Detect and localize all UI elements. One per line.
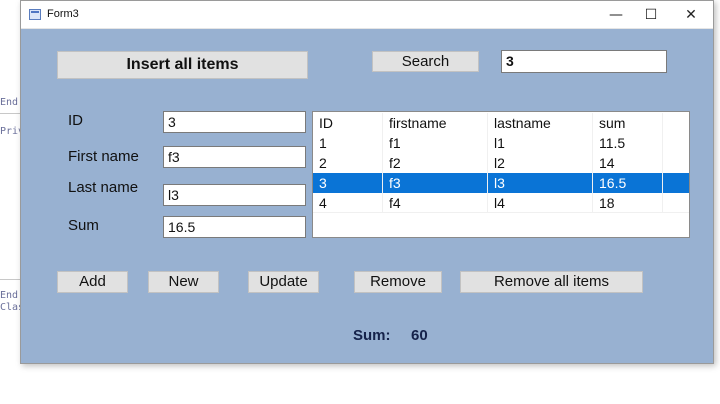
- minimize-button[interactable]: —: [596, 1, 636, 29]
- bg-divider: [0, 113, 20, 114]
- lastname-label: Last name: [68, 179, 139, 196]
- sum-field[interactable]: 16.5: [163, 216, 306, 238]
- app-form-icon: [29, 9, 41, 20]
- grid-empty-area: [313, 212, 689, 237]
- table-row[interactable]: 2 f2 l2 14: [313, 153, 689, 173]
- cell-firstname: f4: [383, 193, 488, 213]
- cell-lastname: l3: [488, 173, 593, 193]
- update-button[interactable]: Update: [248, 271, 319, 293]
- cell-id: 1: [313, 133, 383, 153]
- cell-lastname: l4: [488, 193, 593, 213]
- table-row[interactable]: 4 f4 l4 18: [313, 193, 689, 213]
- column-header-firstname[interactable]: firstname: [383, 113, 488, 133]
- items-grid[interactable]: ID firstname lastname sum 1 f1 l1 11.5 2…: [312, 111, 690, 238]
- cell-firstname: f2: [383, 153, 488, 173]
- remove-button[interactable]: Remove: [354, 271, 442, 293]
- cell-id: 3: [313, 173, 383, 193]
- cell-sum: 11.5: [593, 133, 663, 153]
- cell-id: 2: [313, 153, 383, 173]
- id-field[interactable]: 3: [163, 111, 306, 133]
- total-sum-label: Sum:: [353, 327, 391, 344]
- table-row[interactable]: 1 f1 l1 11.5: [313, 133, 689, 153]
- firstname-label: First name: [68, 148, 139, 165]
- total-sum-value: 60: [411, 327, 428, 344]
- column-header-lastname[interactable]: lastname: [488, 113, 593, 133]
- cell-firstname: f1: [383, 133, 488, 153]
- bg-divider: [0, 279, 20, 280]
- maximize-button[interactable]: ☐: [631, 1, 671, 29]
- form-window: Form3 — ☐ ✕ Insert all items Search 3 ID…: [20, 0, 714, 364]
- cell-lastname: l1: [488, 133, 593, 153]
- cell-lastname: l2: [488, 153, 593, 173]
- close-button[interactable]: ✕: [671, 1, 711, 29]
- cell-sum: 14: [593, 153, 663, 173]
- window-title: Form3: [47, 8, 79, 20]
- firstname-field[interactable]: f3: [163, 146, 306, 168]
- remove-all-items-button[interactable]: Remove all items: [460, 271, 643, 293]
- add-button[interactable]: Add: [57, 271, 128, 293]
- id-label: ID: [68, 112, 83, 129]
- sum-label: Sum: [68, 217, 99, 234]
- title-bar[interactable]: Form3 — ☐ ✕: [21, 1, 713, 29]
- column-header-id[interactable]: ID: [313, 113, 383, 133]
- cell-sum: 18: [593, 193, 663, 213]
- cell-firstname: f3: [383, 173, 488, 193]
- search-button[interactable]: Search: [372, 51, 479, 72]
- cell-id: 4: [313, 193, 383, 213]
- column-header-sum[interactable]: sum: [593, 113, 663, 133]
- bg-code-line: End: [0, 97, 19, 108]
- new-button[interactable]: New: [148, 271, 219, 293]
- search-input[interactable]: 3: [501, 50, 667, 73]
- grid-header-row: ID firstname lastname sum: [313, 113, 689, 133]
- cell-sum: 16.5: [593, 173, 663, 193]
- bg-code-line: End: [0, 290, 19, 301]
- insert-all-items-button[interactable]: Insert all items: [57, 51, 308, 79]
- table-row-selected[interactable]: 3 f3 l3 16.5: [313, 173, 689, 193]
- lastname-field[interactable]: l3: [163, 184, 306, 206]
